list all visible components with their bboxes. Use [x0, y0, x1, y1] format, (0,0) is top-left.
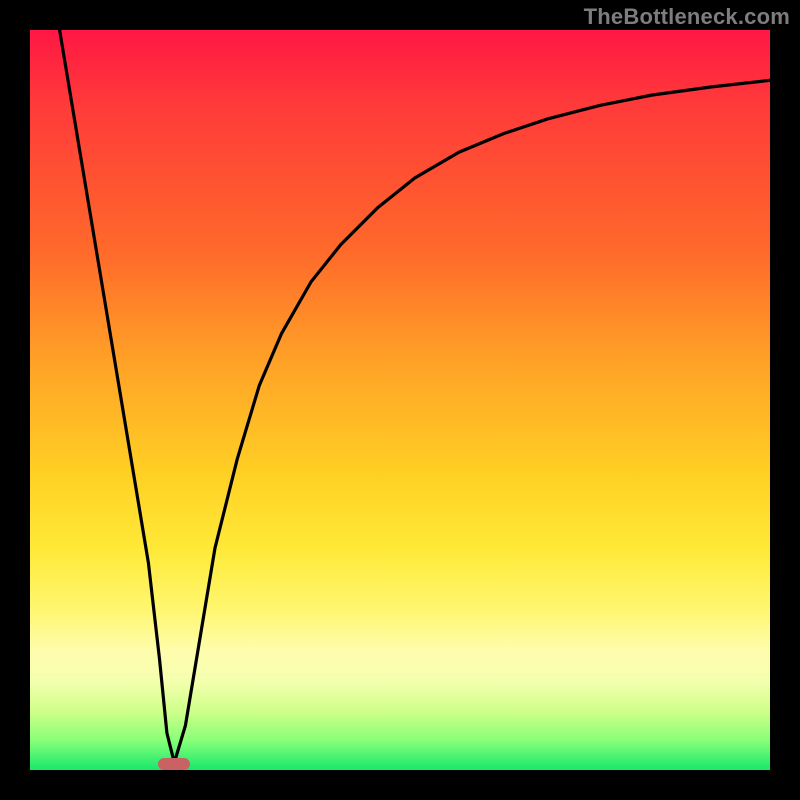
chart-frame: TheBottleneck.com: [0, 0, 800, 800]
watermark-label: TheBottleneck.com: [584, 4, 790, 30]
plot-area: [30, 30, 770, 770]
curve-line: [30, 30, 770, 770]
optimum-marker: [158, 758, 190, 770]
